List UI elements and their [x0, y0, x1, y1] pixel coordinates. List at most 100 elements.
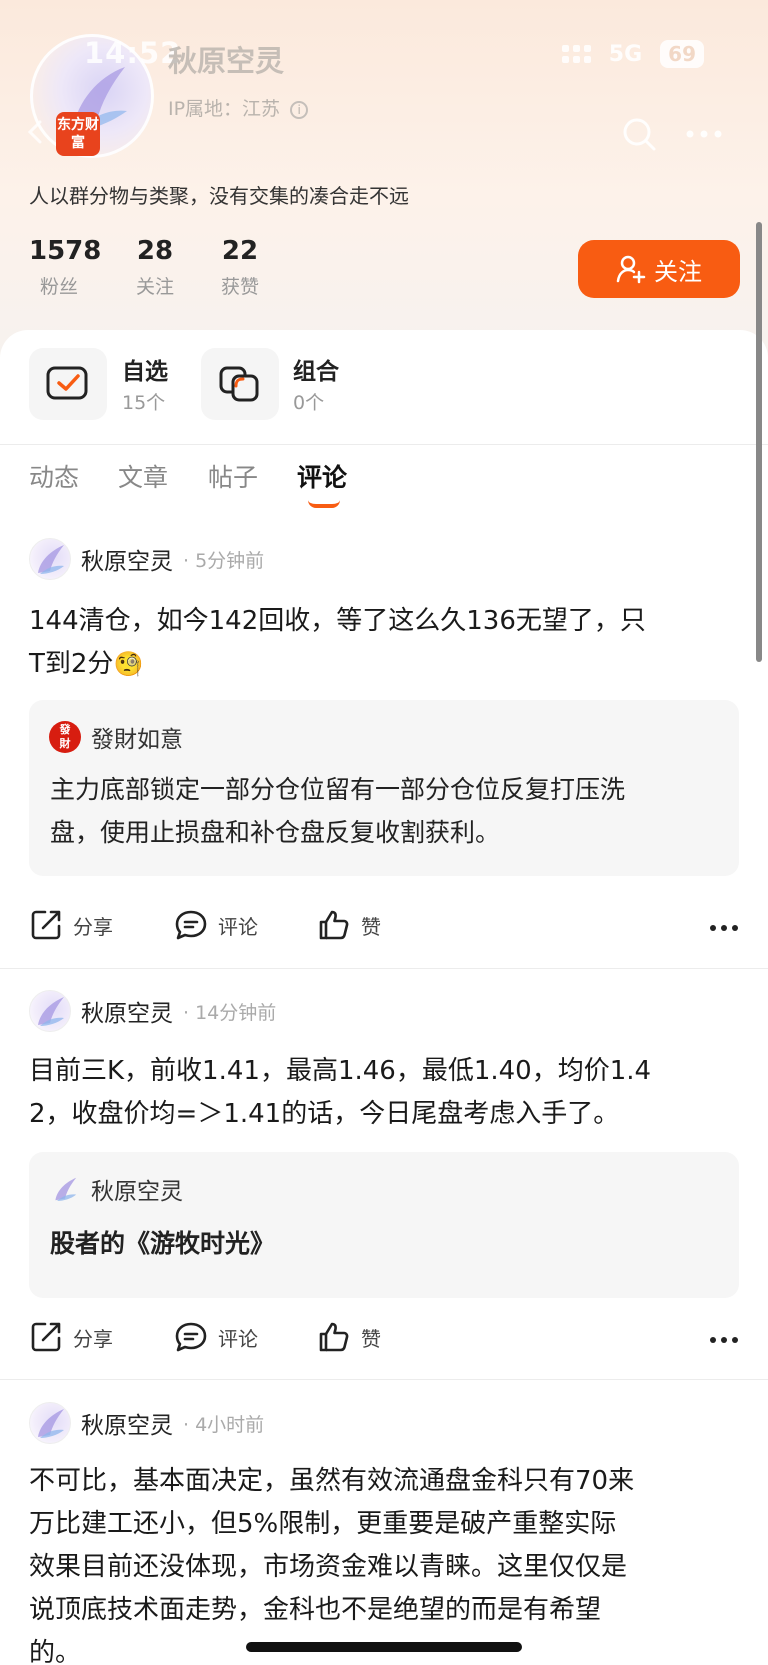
post-time: · 4小时前	[183, 1413, 265, 1436]
stat-label: 粉丝	[39, 276, 78, 298]
post-line: 效果目前还没体现，市场资金难以青睐。这里仅仅是	[29, 1552, 628, 1582]
brand-badge: 东方财富	[56, 112, 100, 156]
share-button[interactable]: 分享	[29, 1320, 113, 1354]
share-label: 分享	[73, 914, 113, 939]
author-name[interactable]: 秋原空灵	[81, 1406, 173, 1440]
tab-active-indicator	[308, 500, 340, 508]
like-label: 赞	[361, 914, 381, 939]
checkbox-icon	[46, 366, 88, 400]
post-header: 秋原空灵 · 4小时前	[29, 1402, 264, 1444]
quoted-post[interactable]: 秋原空灵 股者的《游牧时光》	[29, 1152, 739, 1298]
author-avatar[interactable]	[29, 538, 71, 580]
post-line: T到2分🧐	[29, 643, 729, 686]
post-line: 万比建工还小，但5%限制，更重要是破产重整实际	[29, 1509, 617, 1539]
profile-bio: 人以群分物与类聚，没有交集的凑合走不远	[29, 184, 409, 208]
more-options-icon[interactable]	[709, 1336, 739, 1344]
info-icon[interactable]: i	[290, 100, 309, 119]
stat-likes[interactable]: 22 获赞	[213, 236, 267, 299]
post-line: 不可比，基本面决定，虽然有效流通盘金科只有70来	[29, 1466, 635, 1496]
stat-number: 28	[136, 236, 174, 266]
like-button[interactable]: 赞	[317, 1320, 381, 1354]
search-icon[interactable]	[620, 115, 658, 153]
tab-posts[interactable]: 帖子	[208, 458, 258, 494]
post-actions: 分享 评论 赞	[29, 1320, 739, 1360]
post-line: 说顶底技术面走势，金科也不是绝望的而是有希望	[29, 1595, 602, 1625]
portfolio-icon	[219, 366, 259, 402]
butterfly-icon	[38, 1409, 64, 1438]
comment-label: 评论	[218, 1326, 258, 1351]
stat-number: 1578	[29, 236, 102, 266]
ip-location-text: IP属地：江苏	[168, 98, 281, 120]
stat-following[interactable]: 28 关注	[128, 236, 182, 299]
comment-button[interactable]: 评论	[174, 908, 258, 942]
comment-icon	[175, 910, 207, 940]
comment-button[interactable]: 评论	[174, 1320, 258, 1354]
post-actions: 分享 评论 赞	[29, 908, 739, 948]
quote-text: 主力底部锁定一部分仓位留有一部分仓位反复打压洗 盘，使用止损盘和补仓盘反复收割获…	[50, 768, 720, 854]
battery-icon: 69	[660, 40, 704, 68]
share-button[interactable]: 分享	[29, 908, 113, 942]
quote-header: 發財 發財如意	[49, 720, 183, 754]
profile-name: 秋原空灵	[168, 44, 285, 78]
watchlist-title: 自选	[122, 359, 168, 385]
more-icon[interactable]	[684, 128, 724, 140]
author-name[interactable]: 秋原空灵	[81, 542, 173, 576]
butterfly-icon	[38, 997, 64, 1026]
post-line-text: T到2分	[29, 649, 114, 679]
thumbs-up-icon	[319, 910, 349, 940]
add-user-icon	[616, 255, 646, 284]
quote-avatar: 發財	[49, 721, 81, 753]
portfolio-button[interactable]	[201, 348, 279, 420]
author-avatar[interactable]	[29, 990, 71, 1032]
home-indicator[interactable]	[246, 1642, 522, 1652]
post-time: · 14分钟前	[183, 1001, 277, 1024]
tab-comments[interactable]: 评论	[297, 458, 347, 494]
scrollbar[interactable]	[756, 222, 762, 662]
post-text[interactable]: 不可比，基本面决定，虽然有效流通盘金科只有70来 万比建工还小，但5%限制，更重…	[29, 1460, 729, 1665]
quoted-post[interactable]: 發財 發財如意 主力底部锁定一部分仓位留有一部分仓位反复打压洗 盘，使用止损盘和…	[29, 700, 739, 876]
quote-header: 秋原空灵	[49, 1172, 183, 1206]
tab-bar: 动态 文章 帖子 评论	[0, 458, 768, 516]
stat-number: 22	[221, 236, 259, 266]
more-options-icon[interactable]	[709, 924, 739, 932]
post-header: 秋原空灵 · 5分钟前	[29, 538, 264, 580]
post-time: · 5分钟前	[183, 549, 265, 572]
back-arrow-icon[interactable]	[22, 118, 50, 146]
portfolio-count: 0个	[293, 392, 325, 414]
watchlist-count: 15个	[122, 392, 166, 414]
divider	[0, 1379, 768, 1380]
tab-activity[interactable]: 动态	[29, 458, 79, 494]
comment-label: 评论	[218, 914, 258, 939]
quote-author: 秋原空灵	[91, 1179, 183, 1205]
post-header: 秋原空灵 · 14分钟前	[29, 990, 276, 1032]
watchlist-button[interactable]	[29, 348, 107, 420]
like-button[interactable]: 赞	[317, 908, 381, 942]
post-text[interactable]: 144清仓，如今142回收，等了这么久136无望了，只 T到2分🧐	[29, 600, 729, 686]
signal-icon	[561, 45, 591, 63]
share-icon	[31, 1322, 61, 1352]
profile-header: 东方财富 14:52 5G 69 秋原空灵 IP属地：江苏 i 人以群分物与类聚…	[0, 0, 768, 360]
author-avatar[interactable]	[29, 1402, 71, 1444]
status-icons: 5G 69	[561, 40, 704, 68]
follow-button[interactable]: 关注	[578, 240, 740, 298]
like-label: 赞	[361, 1326, 381, 1351]
emoji: 🧐	[113, 650, 144, 678]
portfolio-title: 组合	[293, 359, 339, 385]
tab-articles[interactable]: 文章	[118, 458, 168, 494]
ip-location: IP属地：江苏 i	[168, 94, 309, 121]
content-card	[0, 330, 768, 450]
post-line: 144清仓，如今142回收，等了这么久136无望了，只	[29, 606, 646, 636]
author-name[interactable]: 秋原空灵	[81, 994, 173, 1028]
network-label: 5G	[608, 41, 643, 67]
quote-avatar	[49, 1173, 81, 1205]
stat-label: 获赞	[220, 276, 259, 298]
butterfly-icon	[55, 1177, 77, 1201]
post-text[interactable]: 目前三K，前收1.41，最高1.46，最低1.40，均价1.4 2，收盘价均=＞…	[29, 1050, 729, 1136]
quote-author: 發財如意	[91, 727, 183, 753]
post-line: 目前三K，前收1.41，最高1.46，最低1.40，均价1.4	[29, 1056, 652, 1086]
quote-line: 盘，使用止损盘和补仓盘反复收割获利。	[50, 818, 501, 847]
post-line: 2，收盘价均=＞1.41的话，今日尾盘考虑入手了。	[29, 1099, 620, 1129]
stat-fans[interactable]: 1578 粉丝	[29, 236, 102, 299]
stat-label: 关注	[135, 276, 174, 298]
thumbs-up-icon	[319, 1322, 349, 1352]
